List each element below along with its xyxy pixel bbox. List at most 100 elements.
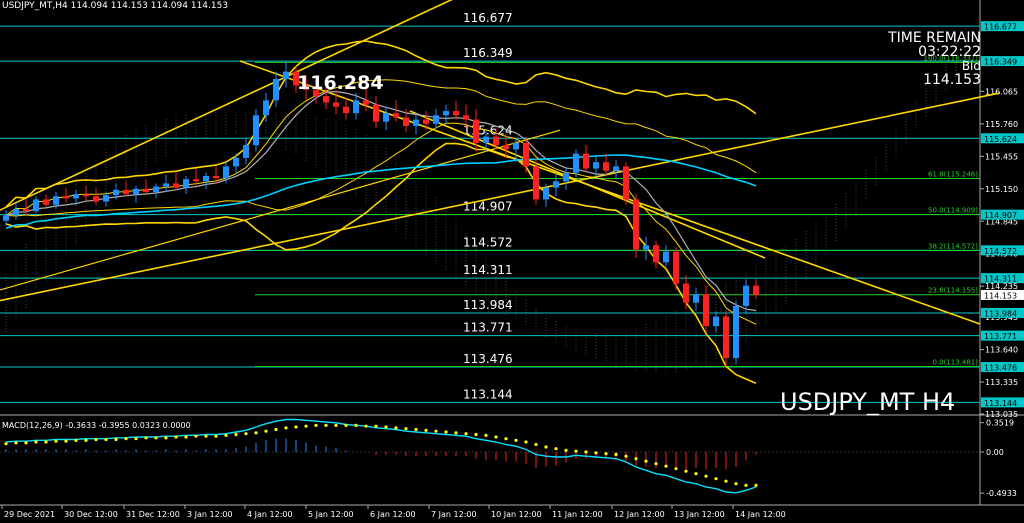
candle-body: [553, 181, 559, 188]
level-price-tag-text: 114.907: [984, 211, 1017, 220]
candle-body: [423, 119, 429, 124]
macd-signal-dot: [674, 467, 678, 471]
macd-signal-dot: [54, 439, 58, 443]
macd-signal-dot: [394, 426, 398, 430]
candle-body: [183, 179, 189, 188]
candle-body: [623, 166, 629, 200]
fibonacci-label: 0.0(113.481): [932, 359, 978, 367]
time-axis-label: 5 Jan 12:00: [308, 510, 354, 519]
level-price-tag-text: 114.572: [984, 247, 1017, 256]
macd-signal-dot: [454, 431, 458, 435]
candle-body: [323, 96, 329, 103]
downtrend-line: [239, 60, 981, 325]
macd-header: MACD(12,26,9) -0.3633 -0.3955 0.0323 0.0…: [2, 421, 191, 430]
macd-signal-dot: [714, 477, 718, 481]
candle-body: [333, 102, 339, 107]
candle-body: [463, 115, 469, 120]
level-label: 113.476: [463, 352, 513, 366]
macd-signal-dot: [214, 434, 218, 438]
candle-body: [243, 145, 249, 158]
level-price-tag-text: 115.624: [984, 135, 1017, 144]
candle-body: [153, 186, 159, 192]
macd-signal-dot: [474, 432, 478, 437]
candle-body: [193, 179, 199, 182]
time-axis-label: 29 Dec 2021: [4, 510, 55, 519]
macd-signal-dot: [194, 434, 198, 438]
candle-body: [113, 189, 119, 196]
macd-signal-dot: [34, 440, 38, 444]
ohlc-readout: 114.094 114.153 114.094 114.153: [70, 1, 229, 11]
candle-body: [253, 115, 259, 146]
candle-body: [613, 166, 619, 171]
macd-signal-dot: [694, 472, 698, 476]
time-axis-label: 6 Jan 12:00: [370, 510, 416, 519]
candle-body: [383, 113, 389, 122]
macd-signal-dot: [434, 429, 438, 433]
macd-signal-dot: [614, 452, 618, 457]
candle-body: [703, 294, 709, 327]
candle-body: [733, 305, 739, 359]
time-axis-label: 3 Jan 12:00: [187, 510, 233, 519]
fibonacci-label: 50.0(114.909): [928, 206, 978, 214]
macd-signal-dot: [504, 437, 508, 441]
current-price-tag-text: 114.153: [984, 291, 1017, 300]
level-price-tag-text: 116.349: [984, 58, 1017, 67]
macd-signal-dot: [404, 427, 408, 431]
level-price-tag-text: 113.771: [984, 332, 1017, 341]
macd-signal-dot: [204, 434, 208, 438]
candle-body: [23, 209, 29, 212]
candle-body: [233, 157, 239, 167]
time-axis-label: 10 Jan 12:00: [491, 510, 542, 519]
candle-body: [403, 117, 409, 126]
candle-body: [633, 199, 639, 250]
macd-signal-dot: [544, 445, 548, 449]
macd-signal-dot: [154, 436, 158, 440]
macd-signal-dot: [254, 431, 258, 435]
candle-body: [643, 245, 649, 250]
macd-signal-dot: [134, 437, 138, 441]
candle-body: [133, 188, 139, 195]
price-chart[interactable]: 116.065115.760115.455115.150114.845114.5…: [0, 0, 1024, 523]
candle-body: [213, 175, 219, 179]
level-label: 116.349: [463, 46, 513, 60]
candle-body: [143, 188, 149, 192]
candle-body: [603, 162, 609, 171]
macd-signal-dot: [464, 432, 468, 436]
macd-signal-dot: [174, 435, 178, 439]
macd-signal-dot: [484, 433, 488, 437]
macd-signal-dot: [424, 428, 428, 432]
level-price-tag-text: 113.476: [984, 364, 1017, 373]
level-label: 114.311: [463, 263, 513, 277]
macd-signal-dot: [494, 435, 498, 439]
candle-body: [593, 162, 599, 169]
candle-body: [483, 136, 489, 143]
macd-signal-dot: [704, 474, 708, 478]
macd-signal-dot: [574, 449, 578, 453]
bid-value: 114.153: [923, 72, 981, 88]
candle-body: [753, 285, 759, 295]
level-price-tag-text: 114.311: [984, 275, 1017, 284]
symbol-watermark: USDJPY_MT H4: [780, 388, 956, 416]
macd-signal-dot: [584, 450, 588, 454]
fibonacci-label: 61.8(115.246): [928, 171, 978, 179]
macd-signal-dot: [274, 427, 278, 432]
candle-body: [273, 79, 279, 101]
macd-signal-dot: [184, 435, 188, 439]
chart-window: 116.065115.760115.455115.150114.845114.5…: [0, 0, 1024, 523]
candle-body: [673, 251, 679, 284]
candle-body: [43, 199, 49, 205]
macd-tick-label: 0.00: [986, 448, 1004, 457]
macd-main-line: [5, 418, 757, 494]
level-label: 114.572: [463, 235, 513, 249]
level-price-tag-text: 116.677: [984, 23, 1017, 32]
macd-signal-dot: [384, 425, 388, 429]
macd-signal-dot: [334, 423, 338, 427]
candle-body: [493, 136, 499, 146]
macd-signal-dot: [164, 436, 168, 440]
candle-body: [563, 172, 569, 182]
candle-body: [3, 215, 9, 221]
macd-signal-dot: [524, 440, 528, 444]
bollinger-lower: [5, 142, 757, 385]
macd-signal-dot: [234, 432, 238, 437]
candle-body: [13, 209, 19, 216]
